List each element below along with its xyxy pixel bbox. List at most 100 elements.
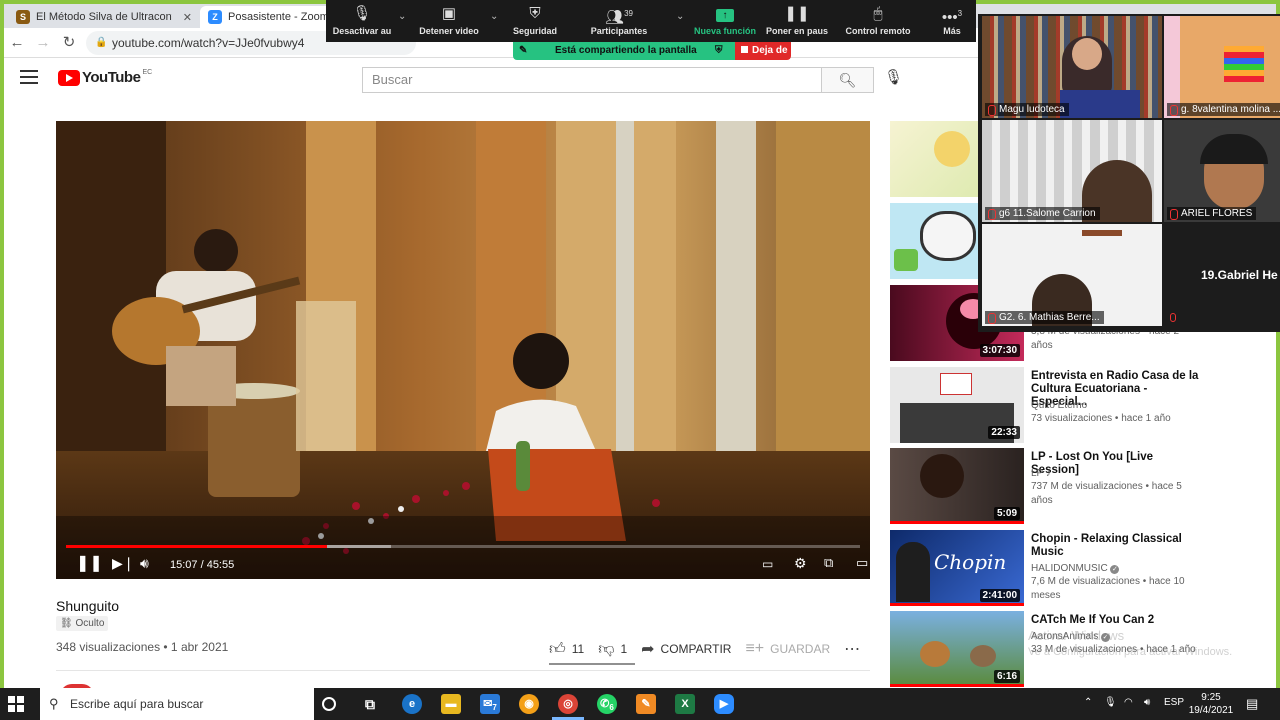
stop-video-button[interactable]: ▣ Detener video [418,0,480,42]
participants-button[interactable]: 👥︎39 Participantes [586,0,652,42]
whatsapp-icon[interactable]: ✆6 [597,694,617,714]
edge-icon[interactable]: e [402,694,422,714]
duration-badge: 5:09 [993,507,1020,520]
forward-arrow-icon[interactable]: → [34,34,52,52]
search-button[interactable]: 🔍︎ [822,67,874,93]
miniplayer-icon[interactable]: ⧉ [824,555,833,571]
time-display: 15:07 / 45:55 [170,559,235,571]
activation-watermark-text: Ve a Configuración para activar Windows. [1028,646,1233,658]
watched-bar [890,603,1024,606]
muted-microphone-icon [1170,313,1176,322]
participant-video[interactable]: g. 8valentina molina ... [1164,16,1280,118]
theater-mode-icon[interactable]: ▭ [856,555,868,571]
duration-badge: 6:16 [993,670,1020,683]
video-player[interactable]: ❚❚ ▶❘ 🔊︎ 15:07 / 45:55 ▭ ⚙ ⧉ ▭ [56,121,870,579]
close-tab-icon[interactable]: ✕ [183,11,192,24]
chevron-down-icon[interactable]: ⌄ [490,11,498,22]
menu-icon[interactable] [20,70,38,84]
recommendation-item[interactable]: 22:33 Entrevista en Radio Casa de la Cul… [890,367,1270,443]
new-share-button[interactable]: ↑ Nueva función [692,0,758,42]
dislike-button[interactable]: 👎︎ 1 [598,640,627,659]
chevron-up-icon[interactable]: ⌃ [1084,697,1092,708]
sharing-status-text: Está compartiendo la pantalla [555,45,697,56]
cce-logo [940,373,972,395]
back-arrow-icon[interactable]: ← [8,34,26,52]
zoom-app-icon[interactable]: ▶ [714,694,734,714]
voice-search-icon[interactable]: 🎙︎ [884,68,903,86]
volume-icon[interactable]: 🔊︎ [140,555,149,572]
tab-metodo-silva[interactable]: S El Método Silva de Ultracontrol M ✕ [8,6,198,28]
recommendation-item[interactable]: Chopin 2:41:00 Chopin - Relaxing Classic… [890,530,1270,606]
played-bar [66,545,328,548]
video-thumbnail: 6:16 [890,611,1024,687]
notifications-icon[interactable]: ▤ [1246,696,1258,712]
recommendation-item[interactable]: 5:09 LP - Lost On You [Live Session] LP … [890,448,1270,524]
silva-favicon-icon: S [16,10,30,24]
cortana-icon[interactable] [322,697,336,711]
participant-name: g6 11.Salome Carrion [985,207,1100,220]
shield-check-icon: ⛨ [715,45,723,56]
chevron-down-icon[interactable]: ⌄ [398,11,406,22]
participant-name: g. 8valentina molina ... [1167,103,1280,116]
pause-icon[interactable]: ❚❚ [76,553,103,573]
mail-badge: 7 [492,703,497,713]
cat-figure [920,641,950,667]
participant-video[interactable]: Magu ludoteca [982,16,1162,118]
wifi-icon[interactable]: ◠ [1124,697,1133,708]
video-progress-bar[interactable] [66,545,860,548]
task-view-icon[interactable]: ⧉ [360,694,380,714]
share-screen-icon: ↑ [692,0,758,26]
volume-icon[interactable]: 🔊︎ [1144,697,1150,708]
more-actions-button[interactable]: ⋯ [844,639,866,659]
video-title: Shunguito [56,598,120,614]
next-icon[interactable]: ▶❘ [112,555,135,572]
mute-button[interactable]: 🎙︎ Desactivar au [330,0,394,42]
pause-share-button[interactable]: ❚❚ Poner en paus [764,0,830,42]
reload-icon[interactable]: ↻ [60,34,78,52]
paint-icon[interactable]: ✎ [636,694,656,714]
subtitles-icon[interactable]: ▭ [762,557,773,571]
participant-video[interactable]: ARIEL FLORES [1164,120,1280,222]
windows-start-icon[interactable] [8,696,24,712]
angel-figure [934,131,970,167]
video-frame [56,121,870,579]
stop-share-button[interactable]: Deja de [735,42,791,60]
settings-gear-icon[interactable]: ⚙ [794,555,807,572]
windows-taskbar: ⚲ Escribe aquí para buscar ⧉ e ▬ ✉7 ◉ ◎ … [0,688,1280,720]
new-share-label: Nueva función [693,26,756,36]
recommendation-channel: HALIDONMUSIC ✓ [1031,563,1120,574]
excel-icon[interactable]: X [675,694,695,714]
file-explorer-icon[interactable]: ▬ [441,694,461,714]
security-button[interactable]: ⛨ Seguridad [508,0,562,42]
system-clock[interactable]: 9:25 19/4/2021 [1188,691,1234,717]
like-button[interactable]: 👍︎ 11 [549,640,584,659]
singer-hair [920,454,964,498]
chrome-icon[interactable]: ◎ [558,694,578,714]
participant-video[interactable]: G2. 6. Mathias Berre... [982,224,1162,326]
rainbow-object [1224,46,1264,82]
remote-control-button[interactable]: 🖱︎ Control remoto [842,0,914,42]
chevron-down-icon[interactable]: ⌄ [676,11,684,22]
share-label: COMPARTIR [660,642,732,656]
participant-video[interactable]: g6 11.Salome Carrion [982,120,1162,222]
share-button[interactable]: ➦ COMPARTIR [641,639,731,659]
tab-zoom[interactable]: Z Posasistente - Zoom [200,6,334,28]
mail-icon[interactable]: ✉7 [480,694,500,714]
visibility-label: Oculto [75,618,105,629]
more-icon: •••3 [941,9,963,26]
search-input[interactable]: Buscar [362,67,822,93]
stop-video-label: Detener video [419,26,479,36]
lock-icon: 🔒 [95,37,108,48]
keyboard-language[interactable]: ESP [1164,697,1184,708]
microphone-icon: 🎙︎ [352,5,372,22]
more-button[interactable]: •••3 Más [932,0,972,42]
taskbar-search-input[interactable]: ⚲ Escribe aquí para buscar [40,688,314,720]
pause-icon: ❚❚ [784,5,810,22]
chrome-alt-icon[interactable]: ◉ [519,694,539,714]
save-button[interactable]: ≡+ GUARDAR [745,640,830,658]
camera-icon: ▣ [441,5,457,22]
zoom-meeting-toolbar: 🎙︎ Desactivar au ⌄ ▣ Detener video ⌄ ⛨ Segu… [326,0,976,42]
microphone-icon[interactable]: 🎙︎ [1104,697,1117,708]
drag-icon[interactable]: ✎ [519,42,527,60]
youtube-logo[interactable]: YouTube EC [58,69,152,86]
